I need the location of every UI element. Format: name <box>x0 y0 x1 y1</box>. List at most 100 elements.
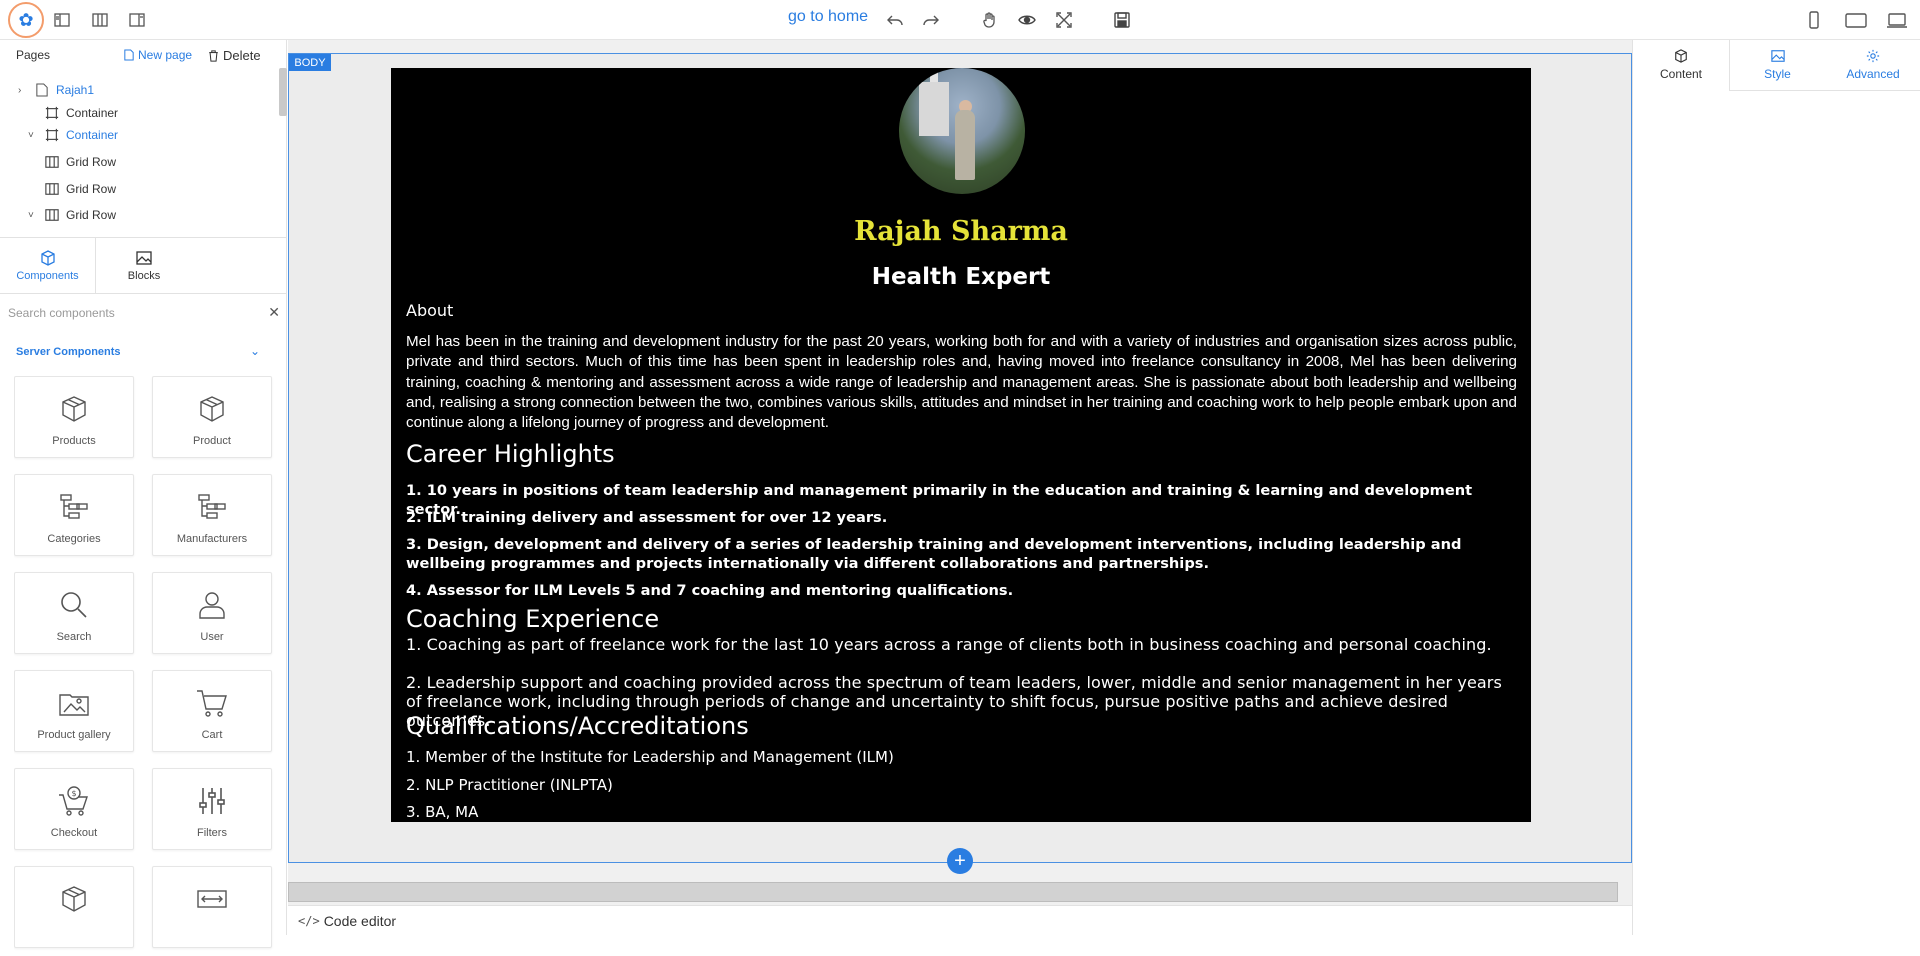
box-icon <box>62 396 86 422</box>
new-page-label: New page <box>138 48 193 62</box>
tab-label: Content <box>1659 67 1703 81</box>
left-panel: Pages New page Delete › Rajah1 Container… <box>0 40 287 948</box>
component-manufacturers[interactable]: Manufacturers <box>152 474 272 556</box>
chevron-down-icon[interactable]: ⌄ <box>250 344 260 358</box>
new-page-button[interactable]: New page <box>124 48 192 62</box>
component-item[interactable] <box>152 866 272 948</box>
canvas-scrollbar[interactable] <box>288 882 1618 902</box>
tablet-icon[interactable] <box>1844 10 1868 30</box>
undo-icon[interactable] <box>885 10 905 30</box>
profile-name[interactable]: Rajah Sharma <box>391 216 1531 247</box>
tree-item-container[interactable]: ˅ Container <box>28 124 119 146</box>
tab-content[interactable]: Content <box>1633 40 1729 90</box>
go-home-link[interactable]: go to home <box>788 8 868 26</box>
component-product-gallery[interactable]: Product gallery <box>14 670 134 752</box>
image-icon <box>1770 50 1785 62</box>
tree-item-grid-row[interactable]: ˅ Grid Row <box>28 204 117 226</box>
component-product[interactable]: Product <box>152 376 272 458</box>
save-icon[interactable] <box>1112 10 1132 30</box>
delete-page-button[interactable]: Delete <box>208 48 261 63</box>
career-item[interactable]: 4. Assessor for ILM Levels 5 and 7 coach… <box>406 581 1517 600</box>
hand-icon[interactable] <box>980 10 1000 30</box>
tab-label: Advanced <box>1846 67 1900 81</box>
delete-page-label: Delete <box>223 48 261 63</box>
tree-item-page[interactable]: › Rajah1 <box>18 79 94 101</box>
layout-columns-icon[interactable] <box>90 10 110 30</box>
trash-icon <box>209 49 218 62</box>
server-components-heading[interactable]: Server Components <box>16 346 121 358</box>
chevron-right-icon[interactable]: › <box>18 85 28 96</box>
box-icon <box>200 396 224 422</box>
component-checkout[interactable]: $ Checkout <box>14 768 134 850</box>
coaching-heading[interactable]: Coaching Experience <box>406 605 659 633</box>
manufacturers-icon <box>198 494 226 519</box>
layout-sidebar-icon[interactable] <box>52 10 72 30</box>
component-cart[interactable]: Cart <box>152 670 272 752</box>
layout-split-icon[interactable] <box>127 10 147 30</box>
avatar[interactable] <box>899 68 1025 194</box>
code-icon: </> <box>298 913 320 928</box>
qualification-item[interactable]: 1. Member of the Institute for Leadershi… <box>406 748 894 766</box>
component-user[interactable]: User <box>152 572 272 654</box>
chevron-down-icon[interactable]: ˅ <box>28 130 38 141</box>
tree-item-label: Container <box>66 128 119 142</box>
top-toolbar: ✿ go to home <box>0 0 1920 40</box>
image-icon <box>136 251 152 265</box>
about-text[interactable]: Mel has been in the training and develop… <box>406 332 1517 433</box>
tab-advanced[interactable]: Advanced <box>1825 40 1920 90</box>
tree-item-grid-row[interactable]: Grid Row <box>44 151 116 173</box>
profile-role[interactable]: Health Expert <box>391 264 1531 290</box>
about-heading[interactable]: About <box>406 301 453 320</box>
component-item[interactable] <box>14 866 134 948</box>
tab-style[interactable]: Style <box>1729 40 1825 90</box>
editor-canvas[interactable]: BODY Rajah Sharma Health Expert About Me… <box>288 40 1632 920</box>
categories-icon <box>60 494 88 519</box>
code-editor-bar[interactable]: </> Code editor <box>288 905 1632 935</box>
component-label: Cart <box>201 729 223 741</box>
component-search: ✕ <box>8 302 280 324</box>
tab-divider <box>1729 90 1920 91</box>
tab-label: Components <box>16 270 79 282</box>
eye-icon[interactable] <box>1017 10 1037 30</box>
gear-icon <box>1866 49 1880 63</box>
qualification-item[interactable]: 3. BA, MA <box>406 803 478 821</box>
add-section-button[interactable]: + <box>947 848 973 874</box>
tree-item-container[interactable]: Container <box>44 102 118 124</box>
body-frame[interactable]: BODY Rajah Sharma Health Expert About Me… <box>288 53 1632 863</box>
fullscreen-icon[interactable] <box>1054 10 1074 30</box>
qualification-item[interactable]: 2. NLP Practitioner (INLPTA) <box>406 776 613 794</box>
career-item[interactable]: 2. ILM training delivery and assessment … <box>406 508 1517 527</box>
app-logo[interactable]: ✿ <box>8 2 44 38</box>
component-label: Checkout <box>50 827 98 839</box>
component-products[interactable]: Products <box>14 376 134 458</box>
coaching-item[interactable]: 1. Coaching as part of freelance work fo… <box>406 635 1517 654</box>
filters-icon <box>199 788 225 814</box>
career-heading[interactable]: Career Highlights <box>406 440 615 468</box>
desktop-icon[interactable] <box>1885 10 1909 30</box>
user-icon <box>199 592 225 619</box>
tab-label: Blocks <box>127 270 161 282</box>
tree-item-grid-row[interactable]: Grid Row <box>44 178 116 200</box>
tab-components[interactable]: Components <box>0 238 96 294</box>
checkout-icon: $ <box>59 786 88 816</box>
component-label: Product gallery <box>37 729 111 741</box>
search-input[interactable] <box>8 306 258 320</box>
qualifications-heading[interactable]: Qualifications/Accreditations <box>406 712 749 740</box>
chevron-down-icon[interactable]: ˅ <box>28 210 38 221</box>
profile-page[interactable]: Rajah Sharma Health Expert About Mel has… <box>391 68 1531 822</box>
close-icon[interactable]: ✕ <box>268 304 280 321</box>
tree-scrollbar[interactable] <box>279 68 287 116</box>
tree-item-label: Grid Row <box>66 208 117 222</box>
tree-item-label: Grid Row <box>66 155 117 169</box>
pages-heading: Pages <box>16 48 51 62</box>
component-categories[interactable]: Categories <box>14 474 134 556</box>
mobile-icon[interactable] <box>1804 10 1824 30</box>
redo-icon[interactable] <box>921 10 941 30</box>
gallery-icon <box>59 694 89 716</box>
component-label: User <box>200 631 224 643</box>
panel-tabs: Components Blocks <box>0 238 287 294</box>
career-item[interactable]: 3. Design, development and delivery of a… <box>406 535 1517 573</box>
tab-blocks[interactable]: Blocks <box>96 238 192 294</box>
component-filters[interactable]: Filters <box>152 768 272 850</box>
component-search[interactable]: Search <box>14 572 134 654</box>
